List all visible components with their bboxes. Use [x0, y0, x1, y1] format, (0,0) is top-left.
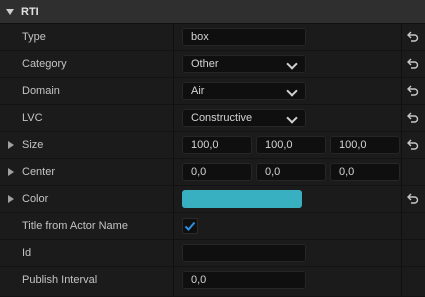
property-label: Type [22, 31, 46, 43]
center-y-input[interactable]: 0,0 [256, 163, 326, 181]
domain-dropdown[interactable]: Air [182, 82, 306, 100]
center-z-input[interactable]: 0,0 [330, 163, 400, 181]
reset-arrow-icon[interactable] [407, 31, 419, 42]
dropdown-selected-value: Air [191, 85, 205, 97]
property-label: Category [22, 58, 67, 70]
property-label: Size [22, 139, 44, 151]
property-row-publish-interval: Publish Interval 0,0 [0, 267, 425, 297]
size-z-input[interactable]: 100,0 [330, 136, 400, 154]
publish-interval-input[interactable]: 0,0 [182, 271, 306, 289]
property-label: LVC [22, 112, 43, 124]
category-dropdown[interactable]: Other [182, 55, 306, 73]
property-label: Domain [22, 85, 60, 97]
reset-arrow-icon[interactable] [407, 58, 419, 69]
chevron-down-icon [286, 112, 298, 124]
reset-arrow-icon[interactable] [407, 139, 419, 150]
expander-arrow-icon[interactable] [8, 168, 14, 176]
details-panel: RTI Type box Category Other Domain Air L… [0, 0, 425, 297]
reset-arrow-icon[interactable] [407, 112, 419, 123]
chevron-down-icon [286, 85, 298, 97]
property-label: Title from Actor Name [22, 220, 128, 232]
reset-arrow-icon[interactable] [407, 85, 419, 96]
checkmark-icon [184, 221, 196, 231]
reset-arrow-icon[interactable] [407, 193, 419, 204]
type-input[interactable]: box [182, 28, 306, 46]
property-row-domain: Domain Air [0, 78, 425, 105]
center-x-input[interactable]: 0,0 [182, 163, 252, 181]
property-row-category: Category Other [0, 51, 425, 78]
expander-arrow-icon[interactable] [8, 195, 14, 203]
size-y-input[interactable]: 100,0 [256, 136, 326, 154]
property-label: Center [22, 166, 56, 178]
dropdown-selected-value: Other [191, 58, 219, 70]
dropdown-selected-value: Constructive [191, 112, 253, 124]
property-row-color: Color [0, 186, 425, 213]
property-label: Publish Interval [22, 274, 98, 286]
lvc-dropdown[interactable]: Constructive [182, 109, 306, 127]
caret-down-icon[interactable] [6, 8, 14, 15]
property-row-id: Id [0, 240, 425, 267]
property-row-size: Size 100,0 100,0 100,0 [0, 132, 425, 159]
title-from-actor-checkbox[interactable] [182, 218, 198, 234]
category-title: RTI [21, 5, 39, 18]
property-row-center: Center 0,0 0,0 0,0 [0, 159, 425, 186]
property-label: Color [22, 193, 49, 205]
id-input[interactable] [182, 244, 306, 262]
property-row-type: Type box [0, 24, 425, 51]
property-row-lvc: LVC Constructive [0, 105, 425, 132]
chevron-down-icon [286, 58, 298, 70]
expander-arrow-icon[interactable] [8, 141, 14, 149]
category-header-rti[interactable]: RTI [0, 0, 425, 24]
size-x-input[interactable]: 100,0 [182, 136, 252, 154]
color-swatch[interactable] [182, 190, 302, 208]
property-label: Id [22, 247, 32, 259]
property-row-title-from-actor-name: Title from Actor Name [0, 213, 425, 240]
